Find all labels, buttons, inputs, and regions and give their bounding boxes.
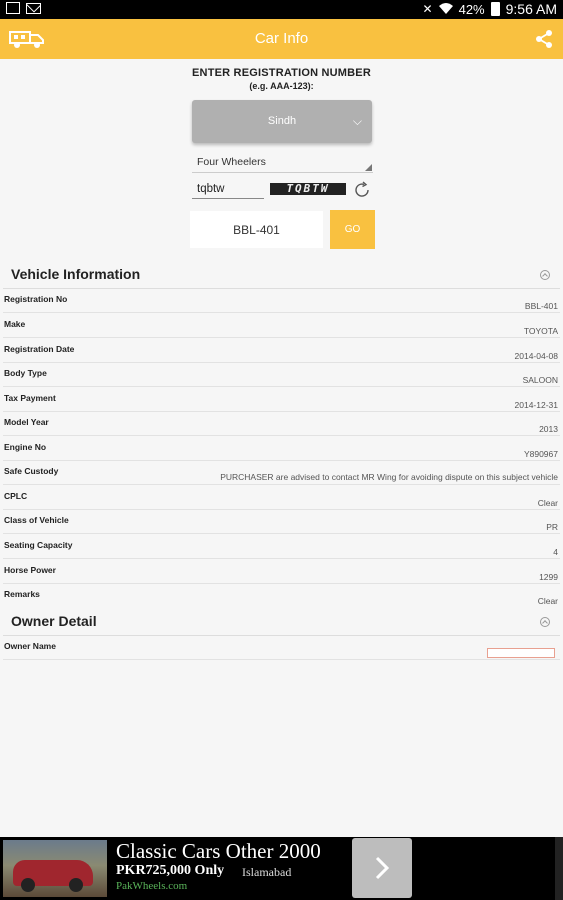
table-row: CPLC Clear (3, 486, 560, 510)
table-row: Class of Vehicle PR (3, 510, 560, 534)
row-value: PR (546, 522, 558, 532)
ad-car-image[interactable] (3, 840, 107, 897)
registration-number-input[interactable] (190, 211, 323, 248)
row-value: TOYOTA (523, 326, 558, 336)
section-title: Owner Detail (11, 613, 97, 629)
row-label: Safe Custody (4, 466, 59, 476)
dropdown-triangle-icon (365, 164, 372, 171)
table-row: Body Type SALOON (3, 363, 560, 387)
vehicle-type-dropdown[interactable]: Four Wheelers (192, 153, 373, 173)
refresh-captcha-icon[interactable] (353, 181, 371, 199)
owner-detail-header[interactable]: Owner Detail (3, 607, 560, 636)
vehicle-type-value: Four Wheelers (197, 156, 266, 168)
battery-percent: 42% (458, 1, 485, 17)
captcha-input[interactable] (192, 179, 264, 199)
row-label: CPLC (4, 491, 28, 501)
row-label: Owner Name (4, 641, 56, 651)
chevron-right-icon (375, 856, 390, 880)
chevron-down-icon: ⌵ (352, 114, 362, 128)
table-row: Tax Payment 2014-12-31 (3, 388, 560, 412)
row-value: PURCHASER are advised to contact MR Wing… (220, 472, 558, 482)
mail-icon (26, 2, 41, 14)
table-row: Safe Custody PURCHASER are advised to co… (3, 461, 560, 485)
table-row: Engine No Y890967 (3, 437, 560, 461)
row-value: Clear (537, 498, 558, 508)
share-icon[interactable] (535, 29, 553, 49)
vehicle-information-header[interactable]: Vehicle Information (3, 260, 560, 289)
ad-title[interactable]: Classic Cars Other 2000 (116, 839, 321, 864)
collapse-icon[interactable] (540, 270, 550, 280)
table-row: Model Year 2013 (3, 412, 560, 436)
row-value: 2013 (539, 424, 558, 434)
row-label: Tax Payment (4, 393, 56, 403)
table-row: Horse Power 1299 (3, 560, 560, 584)
row-label: Class of Vehicle (4, 515, 69, 525)
row-value: 4 (553, 547, 558, 557)
battery-icon (490, 2, 500, 16)
table-row: Remarks Clear (3, 584, 560, 608)
row-label: Horse Power (4, 565, 56, 575)
table-row: Owner Name (3, 636, 560, 660)
row-value: 1299 (539, 572, 558, 582)
province-dropdown[interactable]: Sindh ⌵ (192, 100, 372, 143)
action-bar: Car Info (0, 19, 563, 59)
ad-next-button[interactable] (352, 838, 412, 898)
form-title: ENTER REGISTRATION NUMBER (192, 67, 371, 79)
ad-price: PKR725,000 Only (116, 863, 225, 878)
owner-name-value (487, 648, 555, 658)
row-label: Registration No (4, 294, 68, 304)
section-title: Vehicle Information (11, 266, 141, 282)
ad-city: Islamabad (242, 865, 292, 879)
row-value: Clear (537, 596, 558, 606)
go-button[interactable]: GO (330, 210, 375, 249)
screenshot-icon (6, 2, 20, 14)
page-title: Car Info (254, 30, 309, 47)
table-row: Seating Capacity 4 (3, 535, 560, 559)
row-label: Model Year (4, 417, 49, 427)
row-value: Y890967 (523, 449, 558, 459)
mute-icon: ✕ (422, 2, 433, 16)
row-value: BBL-401 (524, 301, 558, 311)
status-bar: ✕ 42% 9:56 AM (0, 0, 563, 19)
captcha-image: TQBTW (270, 183, 346, 195)
form-hint: (e.g. AAA-123): (249, 81, 314, 91)
table-row: Registration No BBL-401 (3, 289, 560, 313)
row-label: Engine No (4, 442, 47, 452)
wifi-icon (438, 3, 453, 14)
table-row: Registration Date 2014-04-08 (3, 339, 560, 363)
row-label: Registration Date (4, 344, 75, 354)
row-label: Make (4, 319, 26, 329)
row-value: 2014-12-31 (514, 400, 558, 410)
row-value: 2014-04-08 (514, 351, 558, 361)
province-value: Sindh (267, 115, 297, 127)
row-value: SALOON (522, 375, 558, 385)
table-row: Make TOYOTA (3, 314, 560, 338)
row-label: Seating Capacity (4, 540, 73, 550)
row-label: Remarks (4, 589, 40, 599)
clock-time: 9:56 AM (505, 1, 557, 17)
ad-banner[interactable]: Classic Cars Other 2000 PKR725,000 Only … (0, 837, 563, 900)
row-label: Body Type (4, 368, 47, 378)
ad-site[interactable]: PakWheels.com (116, 880, 187, 892)
collapse-icon[interactable] (540, 617, 550, 627)
